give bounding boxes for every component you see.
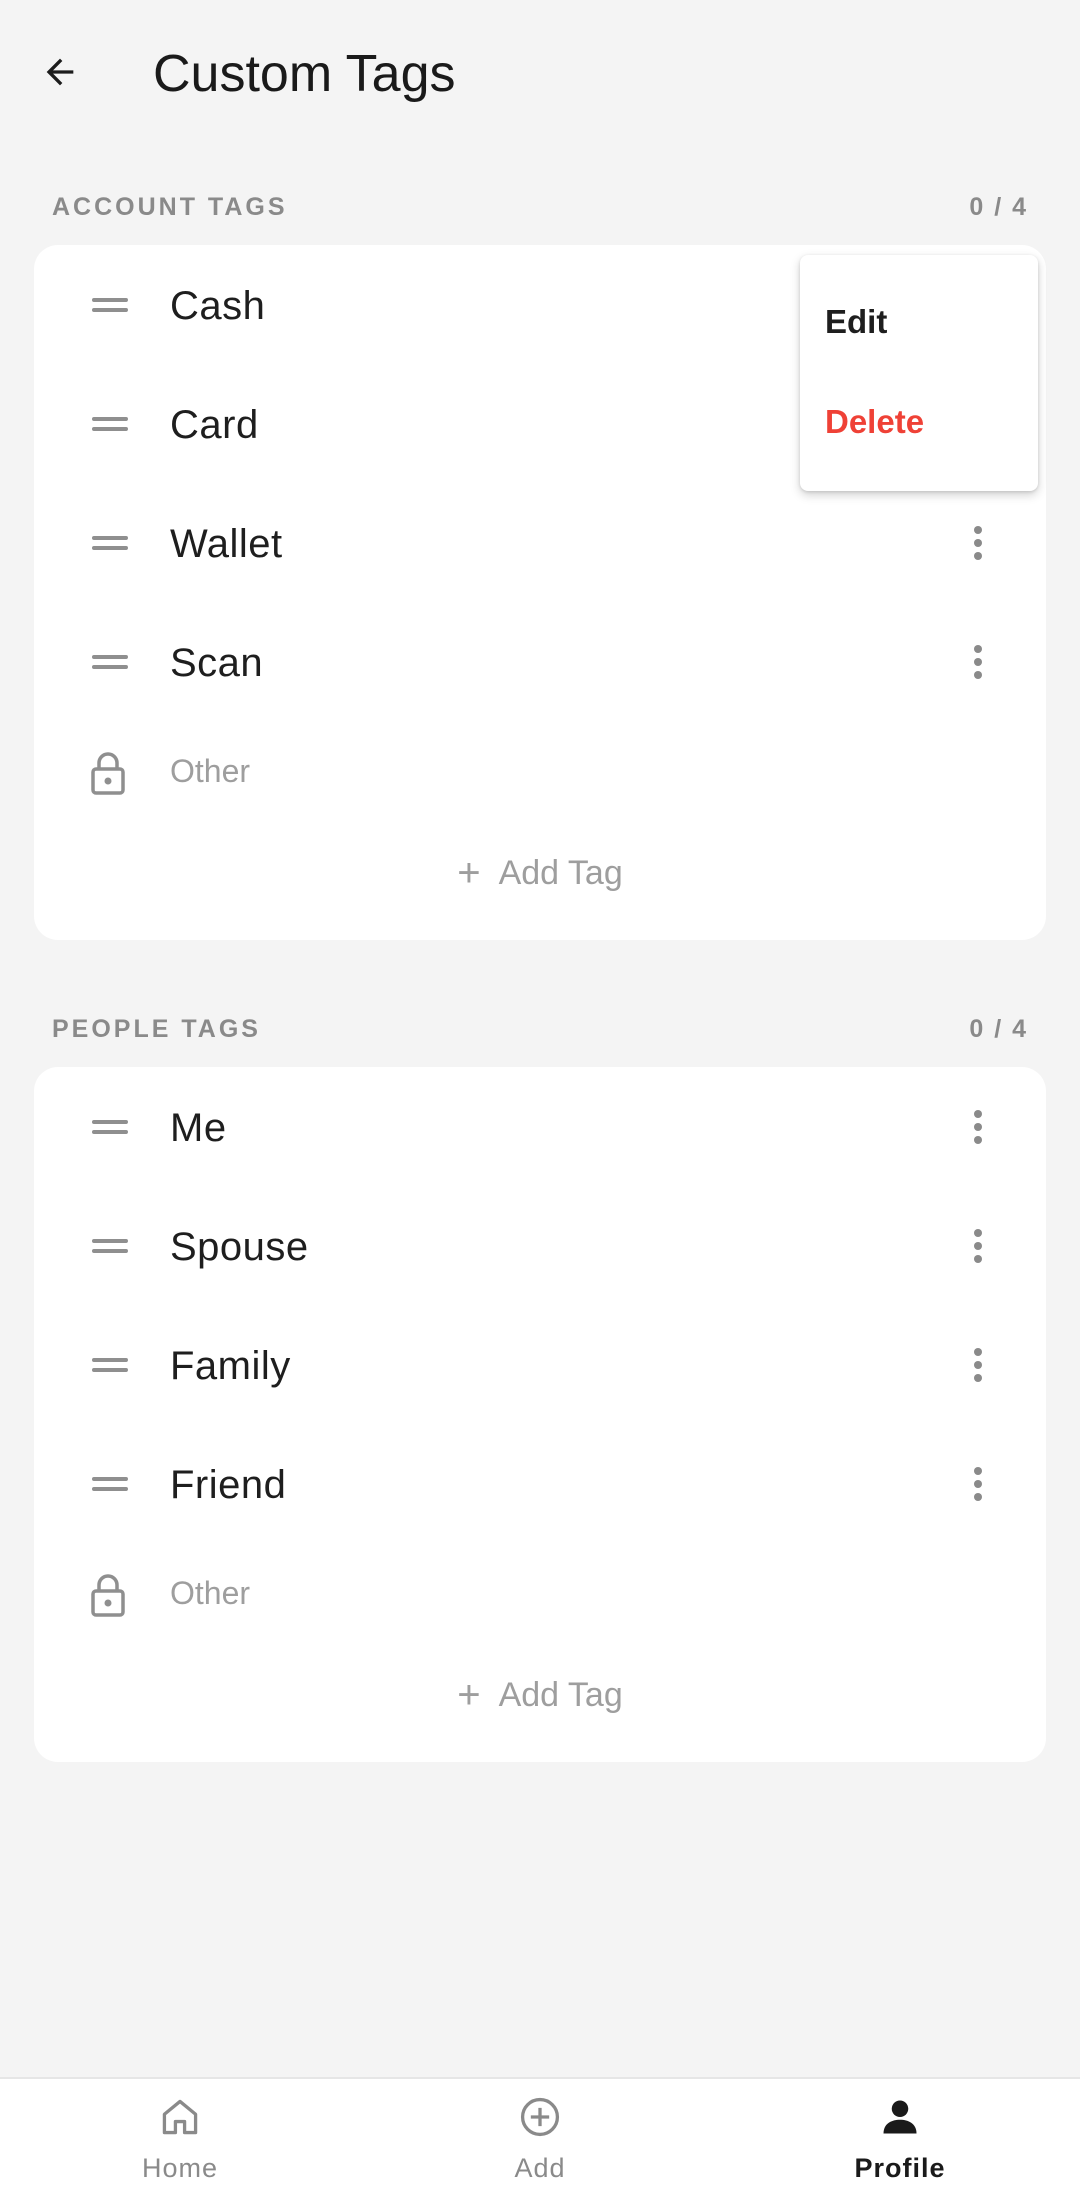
menu-item-delete[interactable]: Delete: [825, 403, 924, 441]
tag-row[interactable]: Wallet: [34, 483, 1046, 602]
tag-label: Friend: [170, 1463, 287, 1507]
nav-label: Home: [141, 2153, 219, 2183]
tag-row[interactable]: Scan: [34, 602, 1046, 721]
people-tags-card: Me Spouse Family Friend Other + Add Tag: [34, 1067, 1046, 1762]
more-options-button[interactable]: [950, 1337, 1006, 1393]
add-tag-label: Add Tag: [498, 1675, 623, 1714]
section-title: ACCOUNT TAGS: [52, 192, 288, 221]
context-menu: Edit Delete: [800, 255, 1038, 491]
bottom-nav: Home Add Profile: [0, 2077, 1080, 2202]
more-vert-icon: [974, 526, 982, 560]
drag-handle-icon[interactable]: [92, 295, 128, 315]
tag-label: Me: [170, 1106, 227, 1150]
more-options-button[interactable]: [950, 1218, 1006, 1274]
plus-icon: +: [457, 1673, 481, 1717]
app-bar: Custom Tags: [0, 0, 1080, 150]
tag-label: Cash: [170, 284, 266, 328]
account-tags-header: ACCOUNT TAGS 0 / 4: [52, 187, 1028, 227]
tag-row[interactable]: Friend: [34, 1424, 1046, 1543]
menu-item-edit[interactable]: Edit: [825, 303, 887, 341]
nav-item-add[interactable]: Add: [360, 2079, 720, 2202]
tag-label: Card: [170, 403, 259, 447]
people-tags-header: PEOPLE TAGS 0 / 4: [52, 1009, 1028, 1049]
nav-label: Add: [514, 2153, 566, 2183]
lock-icon: [91, 1574, 125, 1617]
back-button[interactable]: [30, 42, 90, 102]
page-title: Custom Tags: [153, 45, 456, 103]
more-vert-icon: [974, 1467, 982, 1501]
tag-label: Spouse: [170, 1225, 309, 1269]
drag-handle-icon[interactable]: [92, 1474, 128, 1494]
more-options-button[interactable]: [950, 1456, 1006, 1512]
more-vert-icon: [974, 1229, 982, 1263]
tag-count: 0 / 4: [969, 192, 1028, 221]
drag-handle-icon[interactable]: [92, 414, 128, 434]
add-tag-button[interactable]: + Add Tag: [34, 1660, 1046, 1730]
home-icon: [162, 2099, 198, 2135]
more-options-button[interactable]: [950, 634, 1006, 690]
section-title: PEOPLE TAGS: [52, 1014, 261, 1043]
nav-item-profile[interactable]: Profile: [720, 2079, 1080, 2202]
tag-row[interactable]: Spouse: [34, 1186, 1046, 1305]
drag-handle-icon[interactable]: [92, 1117, 128, 1137]
more-vert-icon: [974, 1110, 982, 1144]
add-tag-label: Add Tag: [498, 853, 623, 892]
more-options-button[interactable]: [950, 515, 1006, 571]
nav-item-home[interactable]: Home: [0, 2079, 360, 2202]
drag-handle-icon[interactable]: [92, 1355, 128, 1375]
drag-handle-icon[interactable]: [92, 533, 128, 553]
tag-label: Family: [170, 1344, 291, 1388]
arrow-back-icon: [46, 58, 74, 86]
add-circle-icon: [520, 2097, 560, 2137]
tag-count: 0 / 4: [969, 1014, 1028, 1043]
lock-icon: [91, 752, 125, 795]
tag-row[interactable]: Family: [34, 1305, 1046, 1424]
tag-label: Scan: [170, 641, 264, 685]
more-vert-icon: [974, 645, 982, 679]
more-options-button[interactable]: [950, 1099, 1006, 1155]
add-tag-button[interactable]: + Add Tag: [34, 838, 1046, 908]
locked-tag-label: Other: [170, 1575, 251, 1611]
locked-tag-label: Other: [170, 753, 251, 789]
drag-handle-icon[interactable]: [92, 652, 128, 672]
tag-row[interactable]: Me: [34, 1067, 1046, 1186]
tag-label: Wallet: [170, 522, 283, 566]
locked-tag-row: Other: [34, 1543, 1046, 1643]
more-vert-icon: [974, 1348, 982, 1382]
nav-label: Profile: [854, 2153, 946, 2183]
plus-icon: +: [457, 851, 481, 895]
locked-tag-row: Other: [34, 721, 1046, 821]
drag-handle-icon[interactable]: [92, 1236, 128, 1256]
person-icon: [883, 2100, 917, 2134]
